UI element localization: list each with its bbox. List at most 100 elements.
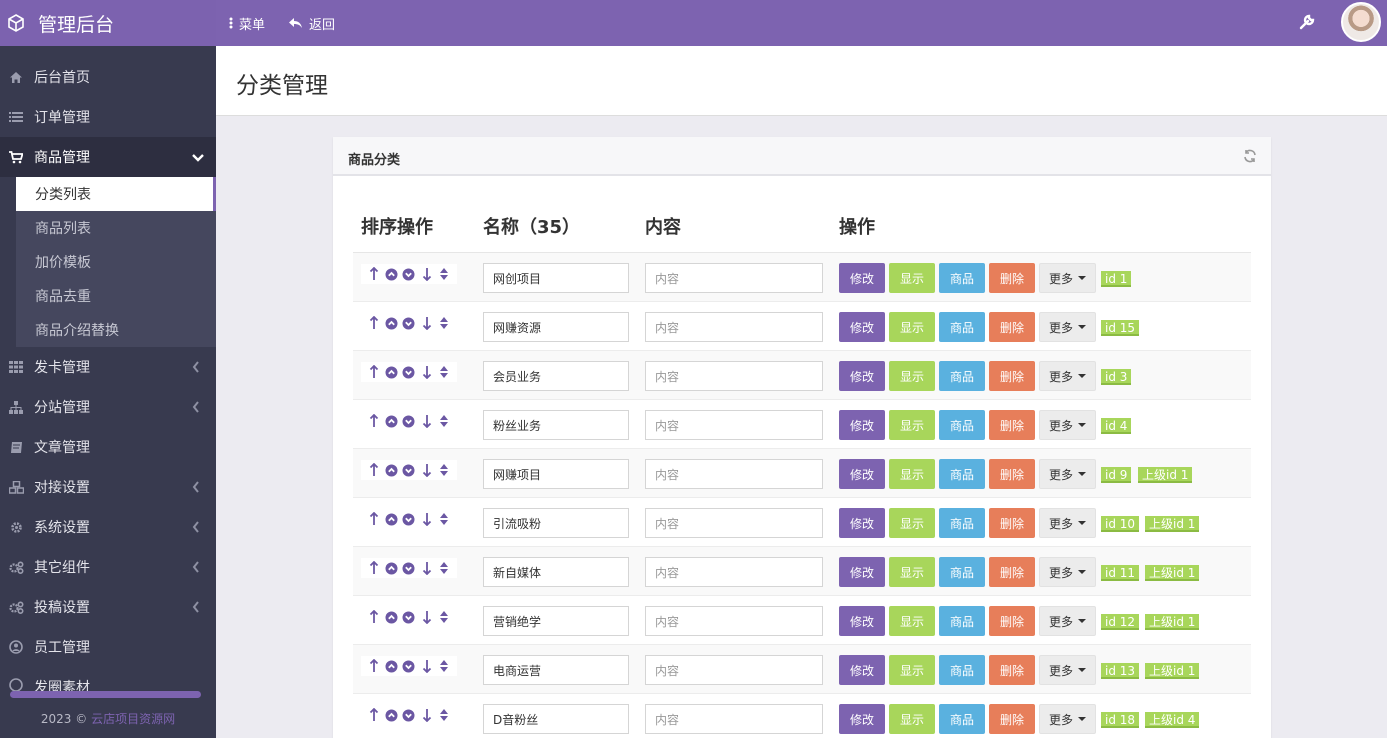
sort-icon[interactable] bbox=[437, 707, 451, 723]
arrow-down-icon[interactable] bbox=[420, 707, 434, 723]
wrench-icon[interactable] bbox=[1298, 13, 1318, 33]
arrow-down-icon[interactable] bbox=[420, 364, 434, 380]
edit-button[interactable]: 修改 bbox=[839, 655, 885, 685]
arrow-down-icon[interactable] bbox=[420, 609, 434, 625]
category-name-input[interactable]: 新自媒体 bbox=[483, 557, 629, 587]
sidebar-item-staff[interactable]: 员工管理 bbox=[0, 627, 216, 667]
arrow-up-icon[interactable] bbox=[367, 413, 381, 429]
sort-icon[interactable] bbox=[437, 413, 451, 429]
sidebar-item-articles[interactable]: 文章管理 bbox=[0, 427, 216, 467]
arrow-down-icon[interactable] bbox=[420, 560, 434, 576]
sidebar-item-home[interactable]: 后台首页 bbox=[0, 57, 216, 97]
goods-button[interactable]: 商品 bbox=[939, 263, 985, 293]
arrow-down-icon[interactable] bbox=[420, 658, 434, 674]
chevron-down-circle-icon[interactable] bbox=[402, 707, 416, 723]
more-dropdown-button[interactable]: 更多 bbox=[1039, 263, 1096, 293]
sort-icon[interactable] bbox=[437, 364, 451, 380]
chevron-up-circle-icon[interactable] bbox=[384, 609, 398, 625]
more-dropdown-button[interactable]: 更多 bbox=[1039, 606, 1096, 636]
category-name-input[interactable]: 会员业务 bbox=[483, 361, 629, 391]
show-button[interactable]: 显示 bbox=[889, 312, 935, 342]
sort-icon[interactable] bbox=[437, 609, 451, 625]
delete-button[interactable]: 删除 bbox=[989, 557, 1035, 587]
show-button[interactable]: 显示 bbox=[889, 361, 935, 391]
more-dropdown-button[interactable]: 更多 bbox=[1039, 557, 1096, 587]
more-dropdown-button[interactable]: 更多 bbox=[1039, 361, 1096, 391]
more-dropdown-button[interactable]: 更多 bbox=[1039, 312, 1096, 342]
show-button[interactable]: 显示 bbox=[889, 508, 935, 538]
delete-button[interactable]: 删除 bbox=[989, 312, 1035, 342]
sidebar-subitem-goods-list[interactable]: 商品列表 bbox=[0, 211, 216, 245]
footer-link[interactable]: 云店项目资源网 bbox=[91, 712, 175, 726]
more-dropdown-button[interactable]: 更多 bbox=[1039, 459, 1096, 489]
chevron-down-circle-icon[interactable] bbox=[402, 511, 416, 527]
sort-icon[interactable] bbox=[437, 658, 451, 674]
category-name-input[interactable]: 引流吸粉 bbox=[483, 508, 629, 538]
sidebar-item-goods[interactable]: 商品管理 bbox=[0, 137, 216, 177]
chevron-up-circle-icon[interactable] bbox=[384, 413, 398, 429]
sidebar-item-system-settings[interactable]: 系统设置 bbox=[0, 507, 216, 547]
avatar[interactable] bbox=[1341, 2, 1381, 42]
chevron-down-circle-icon[interactable] bbox=[402, 413, 416, 429]
chevron-down-circle-icon[interactable] bbox=[402, 609, 416, 625]
chevron-down-circle-icon[interactable] bbox=[402, 560, 416, 576]
category-name-input[interactable]: 营销绝学 bbox=[483, 606, 629, 636]
more-dropdown-button[interactable]: 更多 bbox=[1039, 410, 1096, 440]
category-content-input[interactable]: 内容 bbox=[645, 312, 823, 342]
category-name-input[interactable]: 粉丝业务 bbox=[483, 410, 629, 440]
arrow-up-icon[interactable] bbox=[367, 315, 381, 331]
sidebar-item-substations[interactable]: 分站管理 bbox=[0, 387, 216, 427]
chevron-up-circle-icon[interactable] bbox=[384, 462, 398, 478]
arrow-up-icon[interactable] bbox=[367, 462, 381, 478]
arrow-down-icon[interactable] bbox=[420, 462, 434, 478]
edit-button[interactable]: 修改 bbox=[839, 361, 885, 391]
sort-icon[interactable] bbox=[437, 315, 451, 331]
brand[interactable]: 管理后台 bbox=[0, 0, 216, 46]
delete-button[interactable]: 删除 bbox=[989, 361, 1035, 391]
delete-button[interactable]: 删除 bbox=[989, 606, 1035, 636]
chevron-up-circle-icon[interactable] bbox=[384, 511, 398, 527]
show-button[interactable]: 显示 bbox=[889, 606, 935, 636]
arrow-up-icon[interactable] bbox=[367, 560, 381, 576]
category-content-input[interactable]: 内容 bbox=[645, 263, 823, 293]
goods-button[interactable]: 商品 bbox=[939, 410, 985, 440]
delete-button[interactable]: 删除 bbox=[989, 410, 1035, 440]
edit-button[interactable]: 修改 bbox=[839, 557, 885, 587]
sort-icon[interactable] bbox=[437, 511, 451, 527]
more-dropdown-button[interactable]: 更多 bbox=[1039, 704, 1096, 734]
goods-button[interactable]: 商品 bbox=[939, 704, 985, 734]
category-name-input[interactable]: 网创项目 bbox=[483, 263, 629, 293]
more-dropdown-button[interactable]: 更多 bbox=[1039, 655, 1096, 685]
category-name-input[interactable]: 电商运营 bbox=[483, 655, 629, 685]
category-name-input[interactable]: 网赚资源 bbox=[483, 312, 629, 342]
category-content-input[interactable]: 内容 bbox=[645, 655, 823, 685]
goods-button[interactable]: 商品 bbox=[939, 361, 985, 391]
goods-button[interactable]: 商品 bbox=[939, 655, 985, 685]
show-button[interactable]: 显示 bbox=[889, 263, 935, 293]
edit-button[interactable]: 修改 bbox=[839, 606, 885, 636]
delete-button[interactable]: 删除 bbox=[989, 655, 1035, 685]
chevron-up-circle-icon[interactable] bbox=[384, 315, 398, 331]
chevron-up-circle-icon[interactable] bbox=[384, 364, 398, 380]
chevron-down-circle-icon[interactable] bbox=[402, 462, 416, 478]
delete-button[interactable]: 删除 bbox=[989, 459, 1035, 489]
sidebar-item-orders[interactable]: 订单管理 bbox=[0, 97, 216, 137]
category-name-input[interactable]: D音粉丝 bbox=[483, 704, 629, 734]
chevron-down-circle-icon[interactable] bbox=[402, 364, 416, 380]
sidebar-item-other-components[interactable]: 其它组件 bbox=[0, 547, 216, 587]
arrow-up-icon[interactable] bbox=[367, 511, 381, 527]
edit-button[interactable]: 修改 bbox=[839, 508, 885, 538]
category-content-input[interactable]: 内容 bbox=[645, 557, 823, 587]
category-content-input[interactable]: 内容 bbox=[645, 606, 823, 636]
sidebar-item-circle-materials[interactable]: 发圈素材 bbox=[0, 667, 216, 691]
goods-button[interactable]: 商品 bbox=[939, 557, 985, 587]
delete-button[interactable]: 删除 bbox=[989, 263, 1035, 293]
sort-icon[interactable] bbox=[437, 462, 451, 478]
chevron-up-circle-icon[interactable] bbox=[384, 560, 398, 576]
category-content-input[interactable]: 内容 bbox=[645, 704, 823, 734]
category-content-input[interactable]: 内容 bbox=[645, 361, 823, 391]
show-button[interactable]: 显示 bbox=[889, 704, 935, 734]
sort-icon[interactable] bbox=[437, 266, 451, 282]
chevron-down-circle-icon[interactable] bbox=[402, 266, 416, 282]
arrow-up-icon[interactable] bbox=[367, 707, 381, 723]
